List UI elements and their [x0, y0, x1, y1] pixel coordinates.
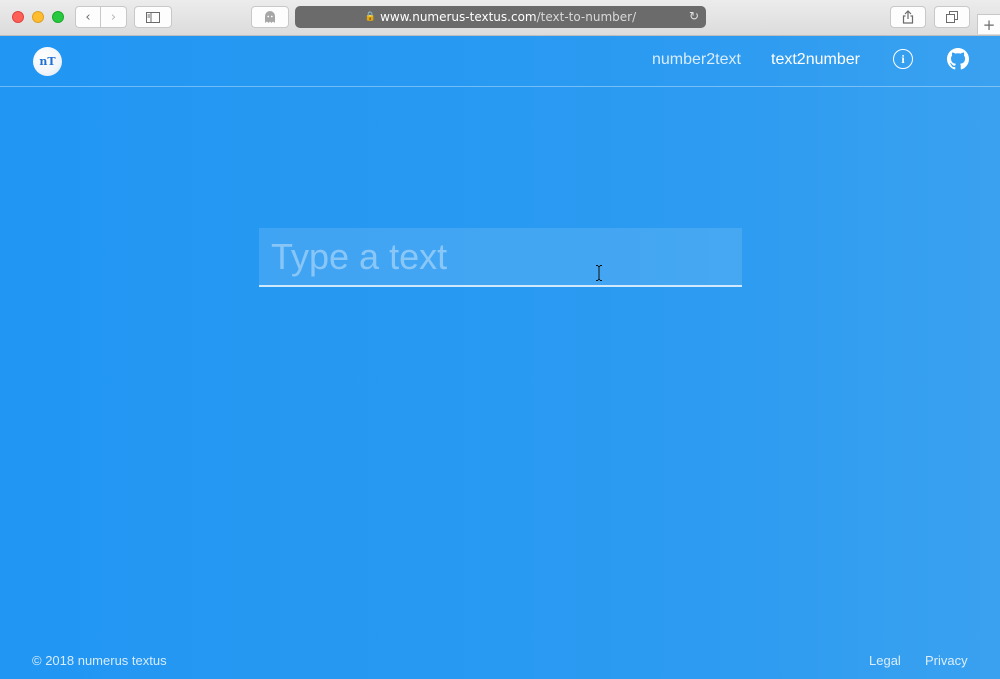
info-icon[interactable]: i [893, 49, 913, 69]
address-bar[interactable]: 🔒 www.numerus-textus.com /text-to-number… [295, 6, 706, 28]
back-button[interactable]: ‹ [75, 6, 101, 28]
new-tab-button[interactable]: + [977, 14, 1000, 34]
history-nav-group: ‹ › [75, 6, 127, 28]
plus-icon: + [982, 15, 996, 34]
url-path: /text-to-number/ [536, 10, 637, 24]
share-icon [902, 10, 914, 24]
github-icon[interactable] [947, 48, 969, 70]
browser-toolbar: ‹ › 🔒 www.numerus-textus.com /text-to-nu… [0, 0, 1000, 36]
page: nT number2text text2number i © 2018 nume… [0, 36, 1000, 679]
close-window-button[interactable] [12, 11, 24, 23]
chevron-left-icon: ‹ [85, 9, 91, 25]
reload-icon[interactable]: ↻ [689, 9, 699, 23]
logo-mark: nT [39, 55, 56, 68]
ghost-icon [265, 10, 275, 23]
lock-icon: 🔒 [364, 12, 377, 22]
copyright-text: © 2018 numerus textus [32, 653, 167, 668]
private-browsing-button[interactable] [251, 6, 289, 28]
forward-button[interactable]: › [101, 6, 127, 28]
url-host: www.numerus-textus.com [380, 10, 537, 24]
chevron-right-icon: › [110, 9, 117, 25]
zoom-window-button[interactable] [52, 11, 64, 23]
footer-link-privacy[interactable]: Privacy [925, 653, 968, 668]
tabs-icon [946, 11, 958, 23]
text-input[interactable] [259, 228, 742, 287]
tab-overview-button[interactable] [934, 6, 970, 28]
share-button[interactable] [890, 6, 926, 28]
nav-link-text2number[interactable]: text2number [771, 51, 860, 69]
text-cursor-icon [596, 265, 602, 281]
minimize-window-button[interactable] [32, 11, 44, 23]
site-logo[interactable]: nT [33, 47, 62, 76]
sidebar-toggle-button[interactable] [134, 6, 172, 28]
nav-link-number2text[interactable]: number2text [652, 51, 741, 69]
footer-link-legal[interactable]: Legal [869, 653, 901, 668]
site-header: nT number2text text2number i [0, 36, 1000, 87]
sidebar-icon [146, 11, 160, 23]
